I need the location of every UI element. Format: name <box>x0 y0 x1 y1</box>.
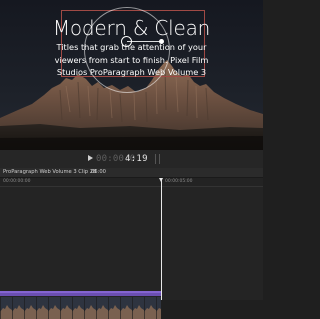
ruler-label: 00:00:05:00 <box>165 179 193 184</box>
title-paragraph-line: Titles that grab the attention of your <box>56 42 207 52</box>
filmstrip-thumbnails <box>0 297 161 319</box>
title-paragraph-line: Studios ProParagraph Web Volume 3 <box>56 67 207 77</box>
filmstrip-frame-divider <box>60 297 61 319</box>
filmstrip-frame-divider <box>0 297 1 319</box>
play-icon[interactable] <box>88 155 93 161</box>
playhead[interactable] <box>161 178 162 300</box>
timeline-ruler[interactable]: 00:00:00:00 00:00:05:00 <box>0 178 263 187</box>
filmstrip-frame-divider <box>48 297 49 319</box>
filmstrip-frame-divider <box>108 297 109 319</box>
filmstrip-frame-divider <box>156 297 157 319</box>
filmstrip-frame-divider <box>84 297 85 319</box>
title-paragraph: Titles that grab the attention of your v… <box>0 41 263 79</box>
filmstrip-frame-divider <box>72 297 73 319</box>
title-clip-highlight <box>0 291 161 293</box>
title-paragraph-line: viewers from start to finish. Pixel Film <box>54 54 209 65</box>
project-name[interactable]: ProParagraph Web Volume 3 Clip 28 <box>3 169 96 176</box>
filmstrip-frame-divider <box>12 297 13 319</box>
filmstrip-frame-divider <box>132 297 133 319</box>
filmstrip-frame-divider <box>24 297 25 319</box>
title-heading: Modern & Clean <box>52 16 211 40</box>
transport-bar: 00:00:0 4:19 <box>0 150 263 168</box>
pause-bars-icon[interactable] <box>155 154 160 164</box>
title-clip[interactable] <box>0 291 161 296</box>
filmstrip-frame-divider <box>144 297 145 319</box>
playhead-handle-icon[interactable] <box>159 178 163 182</box>
project-header: ProParagraph Web Volume 3 Clip 28 06:00 <box>0 168 263 178</box>
video-clip-filmstrip[interactable] <box>0 297 161 319</box>
viewer[interactable]: Modern & Clean Titles that grab the atte… <box>0 0 263 150</box>
timecode-value[interactable]: 4:19 <box>125 154 148 164</box>
timeline-tracks[interactable] <box>0 187 263 319</box>
filmstrip-frame-divider <box>120 297 121 319</box>
ruler-label: 00:00:00:00 <box>3 179 31 184</box>
filmstrip-frame-divider <box>96 297 97 319</box>
filmstrip-frame-divider <box>36 297 37 319</box>
project-duration: 06:00 <box>91 169 106 175</box>
timeline[interactable]: ProParagraph Web Volume 3 Clip 28 06:00 … <box>0 168 263 319</box>
